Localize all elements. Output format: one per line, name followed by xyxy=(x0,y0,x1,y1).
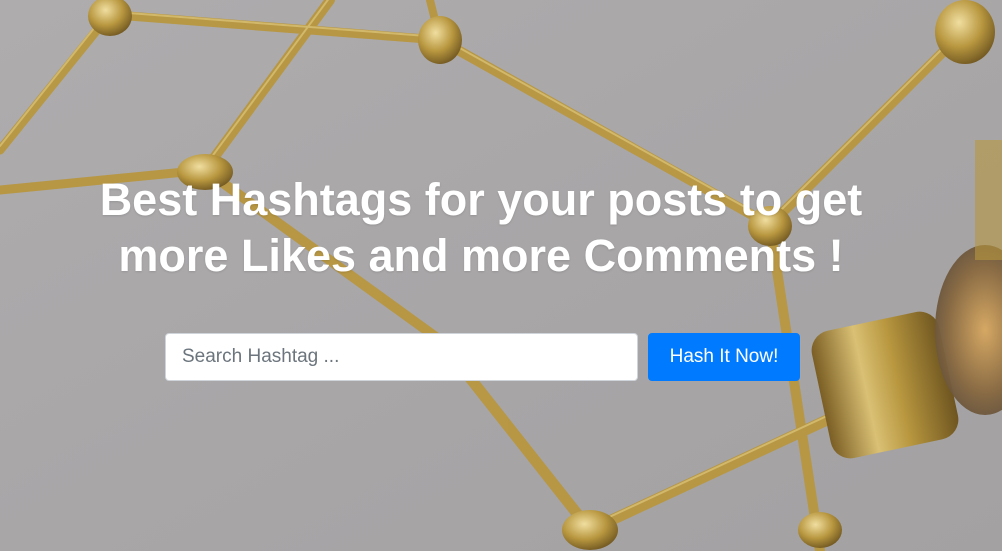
page-title-line-2: more Likes and more Comments ! xyxy=(118,230,844,281)
hashtag-search-form: Hash It Now! xyxy=(165,333,800,381)
hashtag-search-input[interactable] xyxy=(165,333,638,381)
hash-it-now-button[interactable]: Hash It Now! xyxy=(648,333,800,381)
hero-section: Best Hashtags for your posts to get more… xyxy=(0,0,1002,551)
hero-content: Best Hashtags for your posts to get more… xyxy=(0,0,1002,551)
page-title: Best Hashtags for your posts to get more… xyxy=(40,172,922,284)
page-title-line-1: Best Hashtags for your posts to get xyxy=(99,174,863,225)
